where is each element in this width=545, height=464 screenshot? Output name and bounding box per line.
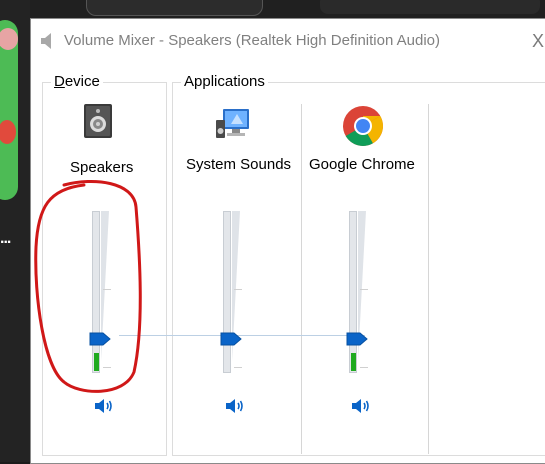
background-app-icon — [0, 20, 18, 200]
speaker-device-icon[interactable] — [83, 103, 113, 139]
device-group-label: Device — [51, 73, 103, 90]
background-tab — [320, 0, 540, 14]
slider-link-line — [119, 335, 365, 336]
mute-button-google-chrome[interactable] — [350, 396, 372, 416]
channel-name-google-chrome: Google Chrome — [309, 156, 415, 173]
speaker-title-icon — [41, 33, 51, 49]
mute-button-system-sounds[interactable] — [224, 396, 246, 416]
slider-tick — [360, 289, 368, 290]
volume-track-speakers[interactable] — [92, 211, 100, 373]
volume-slider-thumb-google-chrome[interactable] — [346, 332, 368, 346]
level-meter-google-chrome — [351, 353, 356, 371]
mute-button-speakers[interactable] — [93, 396, 115, 416]
background-app-icon-dot — [0, 28, 18, 50]
window-title: Volume Mixer - Speakers (Realtek High De… — [64, 32, 441, 49]
channel-name-system-sounds: System Sounds — [186, 156, 292, 173]
volume-track-google-chrome[interactable] — [349, 211, 357, 373]
background-app-icon-dot — [0, 120, 16, 144]
slider-tick — [234, 289, 242, 290]
column-divider — [301, 104, 302, 454]
title-bar[interactable]: Volume Mixer - Speakers (Realtek High De… — [31, 19, 545, 64]
volume-slider-thumb-system-sounds[interactable] — [220, 332, 242, 346]
volume-track-system-sounds[interactable] — [223, 211, 231, 373]
slider-tick — [103, 367, 111, 368]
level-shade-speakers — [101, 211, 111, 373]
level-shade-google-chrome — [358, 211, 368, 373]
slider-tick — [103, 289, 111, 290]
volume-mixer-window: Volume Mixer - Speakers (Realtek High De… — [30, 18, 545, 464]
system-sounds-icon[interactable] — [215, 106, 251, 142]
background-tab — [86, 0, 263, 16]
background-top — [30, 0, 545, 18]
background-ellipsis: ... — [0, 230, 11, 247]
slider-tick — [234, 367, 242, 368]
applications-group-label: Applications — [181, 73, 268, 90]
volume-slider-thumb-speakers[interactable] — [89, 332, 111, 346]
background-left: ... — [0, 0, 30, 462]
level-meter-speakers — [94, 353, 99, 371]
channel-name-speakers: Speakers — [70, 159, 134, 176]
slider-tick — [360, 367, 368, 368]
level-shade-system-sounds — [232, 211, 242, 373]
close-button[interactable]: X — [532, 29, 545, 53]
column-divider — [428, 104, 429, 454]
chrome-icon[interactable] — [342, 105, 384, 147]
